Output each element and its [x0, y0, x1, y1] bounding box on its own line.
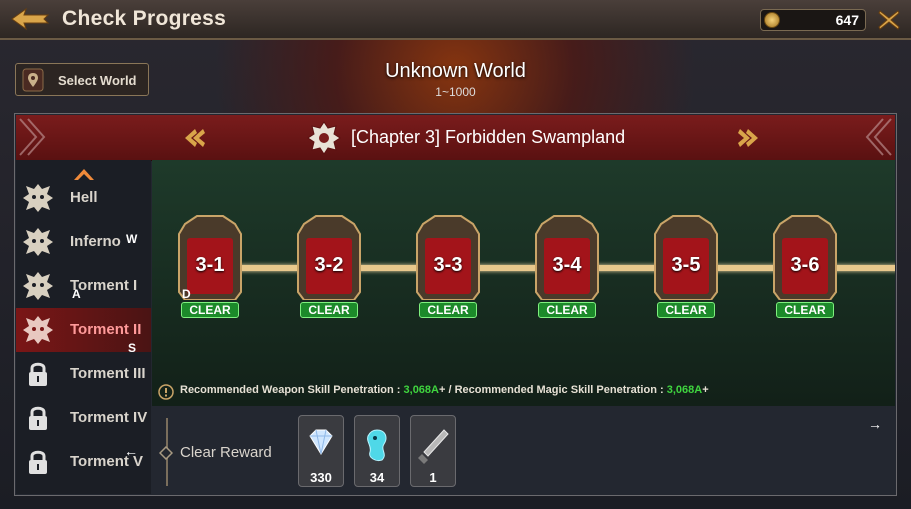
difficulty-item-torment-3[interactable]: Torment III [16, 352, 151, 396]
weapon-penetration-label: Recommended Weapon Skill Penetration : [180, 384, 404, 396]
lock-icon [29, 362, 47, 386]
difficulty-label: Hell [70, 189, 98, 206]
clear-badge: CLEAR [300, 302, 358, 318]
ornament-icon [865, 118, 892, 156]
difficulty-item-torment-4[interactable]: Torment IV [16, 396, 151, 440]
stage-label: 3-1 [195, 254, 225, 276]
stage-label: 3-5 [671, 254, 701, 276]
weapon-icon [418, 429, 449, 464]
stage-label: 3-3 [433, 254, 463, 276]
stage-node[interactable]: 3-2 CLEAR [296, 214, 362, 318]
magic-penetration-value: 3,068A [666, 384, 703, 396]
currency-display: 647 [760, 9, 866, 31]
difficulty-item-hell[interactable]: Hell [16, 176, 151, 220]
key-hint-w: W [126, 232, 138, 246]
top-bar: Check Progress 647 [0, 0, 911, 40]
reward-item[interactable]: 1 [410, 415, 456, 487]
key-hint-d: D [182, 287, 191, 301]
diamond-bullet-icon [159, 446, 173, 460]
page-title: Check Progress [62, 7, 227, 30]
previous-chapter-icon[interactable] [181, 127, 207, 149]
skull-emblem-icon [23, 316, 53, 344]
difficulty-label: Torment IV [70, 409, 148, 426]
recommendation-suffix: + [702, 384, 709, 396]
clear-badge: CLEAR [181, 302, 239, 318]
stage-node[interactable]: 3-6 CLEAR [772, 214, 838, 318]
lock-icon [29, 450, 47, 474]
clear-badge: CLEAR [538, 302, 596, 318]
lock-icon [29, 406, 47, 430]
difficulty-label: Torment III [70, 365, 146, 382]
stage-label: 3-4 [552, 254, 582, 276]
recommendation-text: Recommended Weapon Skill Penetration : 3… [180, 384, 709, 396]
stage-label: 3-2 [314, 254, 344, 276]
chapter-bar: [Chapter 3] Forbidden Swampland [16, 115, 895, 161]
world-range: 1~1000 [435, 85, 476, 99]
close-icon[interactable] [876, 8, 902, 32]
weapon-penetration-value: 3,068A [403, 384, 439, 396]
skull-emblem-icon [23, 272, 53, 300]
chapter-emblem-icon [307, 121, 341, 155]
key-hint-left: ← [124, 443, 138, 459]
skull-emblem-icon [23, 184, 53, 212]
reward-quantity: 330 [310, 470, 332, 485]
coin-icon [764, 12, 780, 28]
difficulty-item-torment-1[interactable]: Torment I [16, 264, 151, 308]
info-icon [158, 384, 174, 400]
reward-item[interactable]: 330 [298, 415, 344, 487]
difficulty-label: Inferno [70, 233, 121, 250]
stage-node[interactable]: 3-4 CLEAR [534, 214, 600, 318]
diamond-icon [309, 429, 333, 455]
next-chapter-icon[interactable] [736, 127, 762, 149]
clear-badge: CLEAR [776, 302, 834, 318]
clear-badge: CLEAR [419, 302, 477, 318]
reward-item[interactable]: 34 [354, 415, 400, 487]
stage-node[interactable]: 3-3 CLEAR [415, 214, 481, 318]
reward-quantity: 34 [369, 470, 385, 485]
reward-quantity: 1 [429, 470, 437, 485]
key-hint-a: A [72, 287, 81, 301]
magic-penetration-label: + / Recommended Magic Skill Penetration … [439, 384, 667, 396]
chapter-title: [Chapter 3] Forbidden Swampland [351, 127, 626, 147]
currency-value: 647 [835, 12, 859, 28]
stage-label: 3-6 [790, 254, 820, 276]
stage-node[interactable]: 3-5 CLEAR [653, 214, 719, 318]
spirit-icon [367, 429, 387, 461]
key-hint-right: → [868, 416, 882, 432]
ornament-icon [19, 118, 46, 156]
clear-reward-label: Clear Reward [180, 444, 272, 461]
difficulty-label: Torment II [70, 321, 142, 338]
key-hint-s: S [128, 341, 137, 355]
world-name: Unknown World [385, 60, 526, 82]
skull-emblem-icon [23, 228, 53, 256]
clear-badge: CLEAR [657, 302, 715, 318]
back-arrow-icon[interactable] [10, 6, 50, 32]
